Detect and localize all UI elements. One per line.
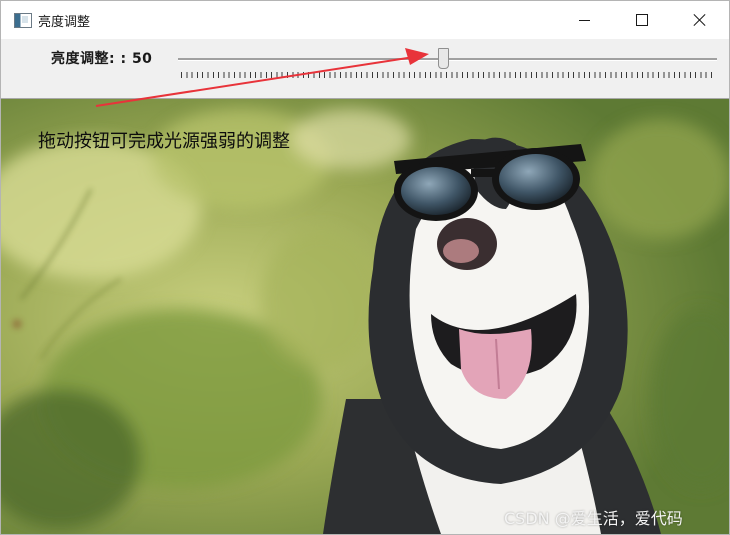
minimize-button[interactable] — [555, 1, 613, 39]
husky-photo: 拖动按钮可完成光源强弱的调整 CSDN @爱生活，爱代码 — [1, 99, 729, 534]
minimize-icon — [578, 19, 590, 21]
instruction-caption: 拖动按钮可完成光源强弱的调整 — [38, 131, 290, 152]
husky-photo-graphic — [1, 99, 729, 534]
close-button[interactable] — [671, 1, 729, 39]
app-window: 亮度调整 亮度调整: : 50 拖动按钮可完成光源强弱的调整 CSDN @爱生活… — [0, 0, 730, 535]
trackbar-thumb[interactable] — [438, 48, 449, 69]
trackbar-label: 亮度调整: : 50 — [51, 51, 153, 67]
close-icon — [693, 13, 707, 27]
csdn-watermark: CSDN @爱生活，爱代码 — [504, 509, 683, 528]
window-app-icon — [14, 13, 32, 28]
maximize-icon — [636, 14, 648, 26]
trackbar-panel: 亮度调整: : 50 — [1, 39, 729, 99]
maximize-button[interactable] — [613, 1, 671, 39]
title-bar[interactable]: 亮度调整 — [1, 1, 729, 39]
trackbar-ticks — [181, 72, 713, 78]
window-title: 亮度调整 — [38, 15, 91, 30]
